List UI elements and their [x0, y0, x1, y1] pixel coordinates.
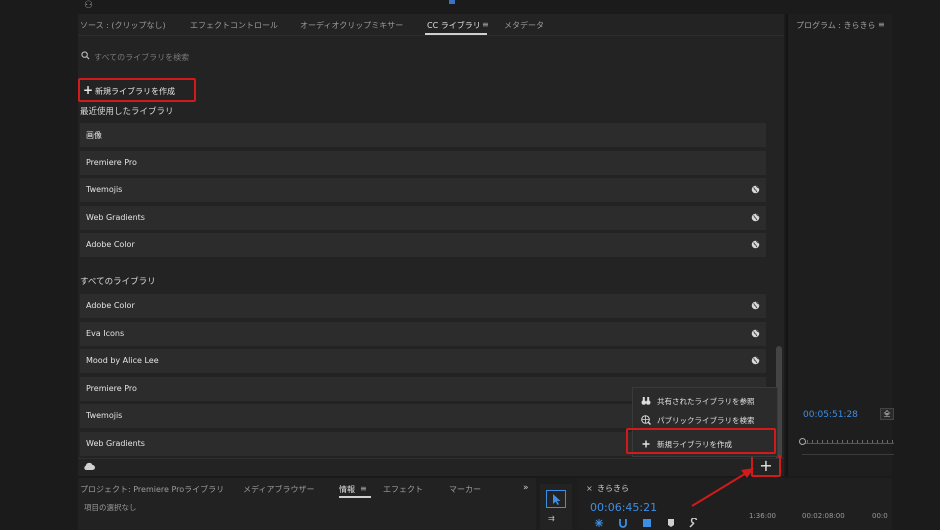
tab-metadata[interactable]: メタデータ: [504, 20, 544, 31]
active-tab-underline: [339, 496, 371, 498]
tab-markers[interactable]: マーカー: [449, 484, 481, 495]
globe-icon: [751, 356, 760, 365]
library-search: [78, 50, 784, 66]
wrench-icon[interactable]: [688, 518, 698, 528]
tab-source[interactable]: ソース : (クリップなし): [80, 20, 166, 31]
playhead-handle[interactable]: [799, 438, 806, 445]
globe-icon: [751, 329, 760, 337]
recent-libraries-heading: 最近使用したライブラリ: [80, 107, 174, 117]
snap-icon[interactable]: [618, 518, 628, 528]
library-name: Adobe Color: [86, 301, 135, 310]
linked-selection-icon[interactable]: [642, 518, 652, 528]
search-icon: [81, 51, 90, 60]
time-ruler-label: 00:02:08:00: [802, 512, 845, 520]
library-row[interactable]: Adobe Color: [80, 233, 766, 257]
menu-item-search-public[interactable]: パブリックライブラリを検索: [633, 411, 779, 429]
library-row[interactable]: Adobe Color: [80, 294, 766, 318]
tab-effects[interactable]: エフェクト: [383, 484, 423, 495]
library-row[interactable]: Mood by Alice Lee: [80, 349, 766, 373]
tools-panel: ⇉: [540, 484, 572, 530]
workspace-icon[interactable]: ⚇: [84, 0, 93, 11]
time-ruler-label: 00:0: [872, 512, 888, 520]
all-libraries-heading: すべてのライブラリ: [80, 277, 156, 287]
library-name: Twemojis: [86, 411, 123, 420]
selection-tool[interactable]: [546, 490, 566, 508]
panel-menu-icon[interactable]: ≡: [360, 484, 367, 493]
panel-footer: [78, 458, 784, 476]
timeline-tools: [592, 518, 702, 530]
highlight-create-new-library: [626, 428, 776, 454]
panel-menu-icon[interactable]: ≡: [482, 20, 489, 29]
nest-icon[interactable]: [594, 518, 604, 528]
globe-icon: [751, 240, 760, 249]
tab-media-browser[interactable]: メディアブラウザー: [243, 484, 314, 495]
library-row[interactable]: Eva Icons: [80, 321, 766, 346]
more-panels-icon[interactable]: »: [523, 483, 529, 493]
close-icon[interactable]: ×: [586, 484, 593, 493]
add-library-button[interactable]: +: [751, 455, 781, 477]
time-ruler-label: 1:36:00: [749, 512, 776, 520]
globe-icon: [751, 301, 760, 310]
library-name: Eva Icons: [86, 328, 125, 338]
right-margin: [892, 0, 940, 530]
menu-item-browse-shared[interactable]: 共有されたライブラリを参照: [633, 392, 779, 410]
menu-item-label: 共有されたライブラリを参照: [657, 397, 755, 406]
active-tab-underline: [425, 33, 487, 35]
panel-menu-icon[interactable]: ≡: [878, 20, 885, 29]
tab-audio-clip-mixer[interactable]: オーディオクリップミキサー: [300, 20, 403, 31]
sequence-title[interactable]: きらきら: [597, 483, 629, 494]
top-menu-bar: ⚇: [0, 0, 940, 14]
globe-search-icon: [641, 415, 651, 425]
cloud-icon[interactable]: [83, 462, 95, 471]
pointer-icon: [553, 494, 561, 505]
globe-icon: [751, 213, 760, 221]
add-marker-icon[interactable]: [666, 518, 676, 528]
timeline-timecode[interactable]: 00:06:45:21: [590, 501, 657, 514]
track-select-tool-icon[interactable]: ⇉: [548, 514, 562, 526]
create-new-library-label: 新規ライブラリを作成: [95, 87, 175, 96]
library-name: Adobe Color: [86, 240, 135, 249]
tab-cc-libraries[interactable]: CC ライブラリ: [427, 20, 481, 31]
timeline-panel: × きらきら 00:06:45:21 1:36:00 00:02:08:00 0…: [578, 478, 892, 530]
project-panel: プロジェクト: Premiere Proライブラリ メディアブラウザー 情報 ≡…: [78, 478, 536, 530]
left-margin: [0, 0, 78, 530]
library-name: Premiere Pro: [86, 383, 137, 393]
tab-info[interactable]: 情報: [339, 484, 355, 495]
bottom-panels: プロジェクト: Premiere Proライブラリ メディアブラウザー 情報 ≡…: [78, 478, 892, 530]
binoculars-icon: [641, 397, 651, 405]
tab-project[interactable]: プロジェクト: Premiere Proライブラリ: [80, 484, 224, 495]
active-workspace-indicator: [449, 0, 455, 4]
library-name: 画像: [86, 131, 102, 140]
library-row[interactable]: Twemojis: [80, 178, 766, 202]
program-time-ruler[interactable]: [802, 434, 894, 444]
panel-tabs: ソース : (クリップなし) エフェクトコントロール オーディオクリップミキサー…: [78, 14, 784, 36]
create-new-library-button[interactable]: + 新規ライブラリを作成: [78, 78, 196, 102]
info-no-selection: 項目の選択なし: [84, 503, 137, 512]
library-name: Web Gradients: [86, 212, 145, 222]
library-row[interactable]: Web Gradients: [80, 205, 766, 230]
program-timecode[interactable]: 00:05:51:28: [803, 410, 858, 420]
plus-icon: +: [83, 83, 94, 97]
menu-item-label: パブリックライブラリを検索: [657, 416, 755, 425]
library-row[interactable]: 画像: [80, 123, 766, 147]
library-name: Mood by Alice Lee: [86, 356, 159, 365]
library-row[interactable]: Premiere Pro: [80, 150, 766, 175]
library-name: Premiere Pro: [86, 157, 137, 167]
library-name: Twemojis: [86, 185, 123, 194]
tab-effect-controls[interactable]: エフェクトコントロール: [190, 20, 278, 31]
divider: [802, 454, 894, 455]
library-name: Web Gradients: [86, 438, 145, 448]
globe-icon: [751, 185, 760, 194]
program-monitor-panel: プログラム : きらきら ≡ 00:05:51:28 全体: [786, 14, 894, 476]
search-input[interactable]: [94, 51, 394, 63]
program-monitor-title[interactable]: プログラム : きらきら: [796, 20, 876, 31]
fit-dropdown[interactable]: 全体: [880, 408, 894, 420]
